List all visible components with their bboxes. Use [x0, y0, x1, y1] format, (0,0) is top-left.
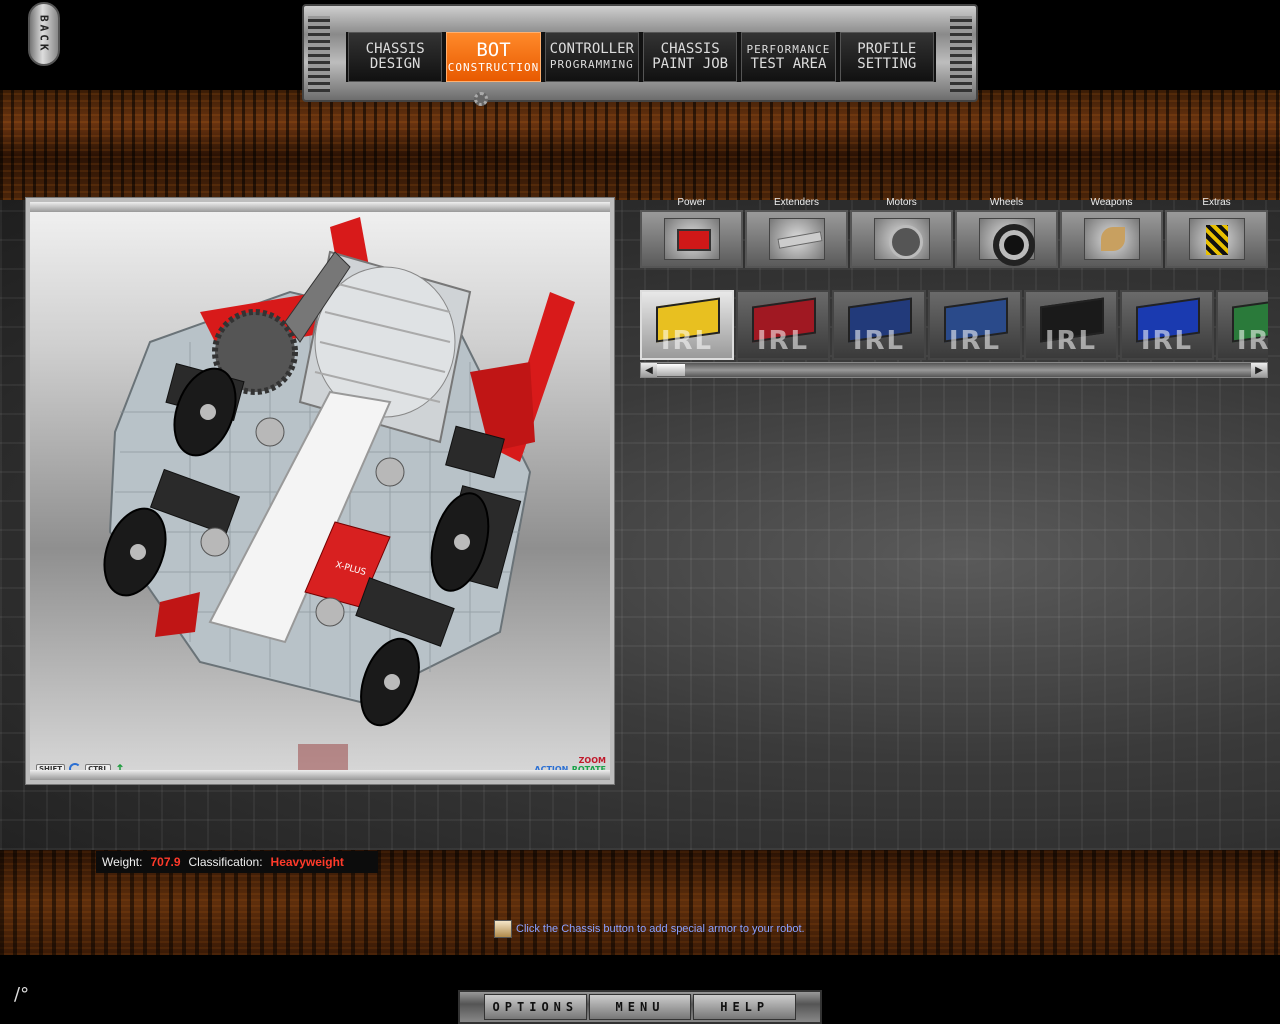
- classification-value: Heavyweight: [270, 855, 344, 869]
- tab-label-line1: CHASSIS: [660, 41, 720, 57]
- tab-controller-programming[interactable]: CONTROLLER PROGRAMMING: [544, 32, 639, 82]
- category-wheels[interactable]: Wheels: [955, 196, 1058, 270]
- part-item-battery[interactable]: IRL: [1120, 290, 1214, 360]
- category-button[interactable]: [745, 210, 848, 268]
- viewport-bottom-rail: [30, 770, 610, 780]
- gear-icon: [474, 92, 488, 106]
- tip-message: Click the Chassis button to add special …: [494, 920, 805, 938]
- menu-button[interactable]: MENU: [588, 994, 692, 1020]
- category-label: Motors: [886, 197, 917, 208]
- scroll-track[interactable]: [657, 363, 1251, 377]
- category-label: Extras: [1202, 197, 1231, 208]
- weight-label: Weight:: [102, 855, 143, 869]
- battery-icon: [663, 218, 720, 260]
- motor-icon: [873, 218, 930, 260]
- part-item-circuit[interactable]: IRL: [1216, 290, 1268, 360]
- part-brand: IRL: [948, 326, 1002, 356]
- classification-label: Classification:: [188, 855, 263, 869]
- category-motors[interactable]: Motors: [850, 196, 953, 270]
- part-brand: IRL: [756, 326, 810, 356]
- part-item-battery[interactable]: IRL: [1024, 290, 1118, 360]
- category-power[interactable]: Power: [640, 196, 743, 270]
- viewport-top-rail: [30, 202, 610, 212]
- tab-label-line2: PAINT JOB: [652, 56, 729, 72]
- category-label: Wheels: [989, 197, 1024, 208]
- tab-chassis-design[interactable]: CHASSIS DESIGN: [348, 32, 443, 82]
- rust-band-top: [0, 90, 1280, 200]
- category-button[interactable]: [955, 210, 1058, 268]
- category-extenders[interactable]: Extenders: [745, 196, 848, 270]
- category-label: Extenders: [773, 197, 820, 208]
- part-brand: IRL: [660, 326, 714, 356]
- wheel-icon: [978, 218, 1035, 266]
- tab-performance-test-area[interactable]: PERFORMANCE TEST AREA: [741, 32, 836, 82]
- tab-label-line2: TEST AREA: [750, 56, 827, 72]
- part-brand: IRL: [1044, 326, 1098, 356]
- tab-label-line1: PERFORMANCE: [746, 43, 831, 56]
- category-button[interactable]: [1165, 210, 1268, 268]
- category-extras[interactable]: Extras: [1165, 196, 1268, 270]
- extras-icon: [1188, 218, 1245, 260]
- scroll-right-icon[interactable]: ▶: [1251, 363, 1267, 377]
- part-brand: IRL: [852, 326, 906, 356]
- main-nav: CHASSIS DESIGN BOT CONSTRUCTION CONTROLL…: [302, 4, 978, 102]
- tab-label-line2: DESIGN: [369, 56, 421, 72]
- tip-text: Click the Chassis button to add special …: [516, 923, 805, 935]
- tab-label-line2: SETTING: [857, 56, 917, 72]
- part-item-battery[interactable]: IRL: [640, 290, 734, 360]
- tab-profile-setting[interactable]: PROFILE SETTING: [839, 32, 934, 82]
- tab-bot-construction[interactable]: BOT CONSTRUCTION: [446, 32, 541, 82]
- back-button-label: BACK: [37, 14, 51, 54]
- extender-bar-icon: [768, 218, 825, 260]
- tab-label-line1: BOT: [476, 38, 511, 61]
- tab-label-line1: PROFILE: [857, 41, 917, 57]
- options-button[interactable]: OPTIONS: [484, 994, 587, 1020]
- robot-model[interactable]: X-PLUS: [30, 212, 610, 772]
- back-button[interactable]: BACK: [28, 2, 60, 66]
- nav-tabs: CHASSIS DESIGN BOT CONSTRUCTION CONTROLL…: [346, 32, 936, 82]
- part-categories: Power Extenders Motors Wheels Weapons Ex…: [640, 196, 1268, 270]
- tab-label-line1: CONTROLLER: [549, 41, 634, 57]
- parts-strip: IRL IRL IRL IRL IRL IRL IRL: [640, 290, 1268, 362]
- part-brand: IRL: [1236, 326, 1268, 356]
- category-button[interactable]: [640, 210, 743, 268]
- parts-scrollbar[interactable]: ◀ ▶: [640, 362, 1268, 378]
- category-button[interactable]: [1060, 210, 1163, 268]
- part-item-battery[interactable]: IRL: [832, 290, 926, 360]
- tab-label-line2: PROGRAMMING: [549, 58, 634, 71]
- scroll-left-icon[interactable]: ◀: [641, 363, 657, 377]
- zoom-hint: ZOOM: [578, 756, 606, 765]
- tab-label-line1: CHASSIS: [365, 41, 425, 57]
- part-item-battery[interactable]: IRL: [736, 290, 830, 360]
- tips-icon: [494, 920, 512, 938]
- category-button[interactable]: [850, 210, 953, 268]
- weight-value: 707.9: [150, 855, 181, 869]
- part-brand: IRL: [1140, 326, 1194, 356]
- tab-chassis-paint-job[interactable]: CHASSIS PAINT JOB: [642, 32, 738, 82]
- logo-icon: /°: [14, 984, 30, 1005]
- category-label: Power: [677, 197, 706, 208]
- category-label: Weapons: [1090, 197, 1133, 208]
- weapon-icon: [1083, 218, 1140, 260]
- bottom-menu: OPTIONS MENU HELP: [458, 990, 822, 1024]
- tab-label-line2: CONSTRUCTION: [447, 60, 540, 74]
- scroll-thumb[interactable]: [657, 364, 685, 376]
- part-item-battery[interactable]: IRL: [928, 290, 1022, 360]
- robot-stats: Weight: 707.9 Classification: Heavyweigh…: [96, 851, 378, 873]
- help-button[interactable]: HELP: [693, 994, 797, 1020]
- robot-3d-viewport[interactable]: X-PLUS SHIFT CTRL ↕ ZOOM: [25, 197, 615, 785]
- category-weapons[interactable]: Weapons: [1060, 196, 1163, 270]
